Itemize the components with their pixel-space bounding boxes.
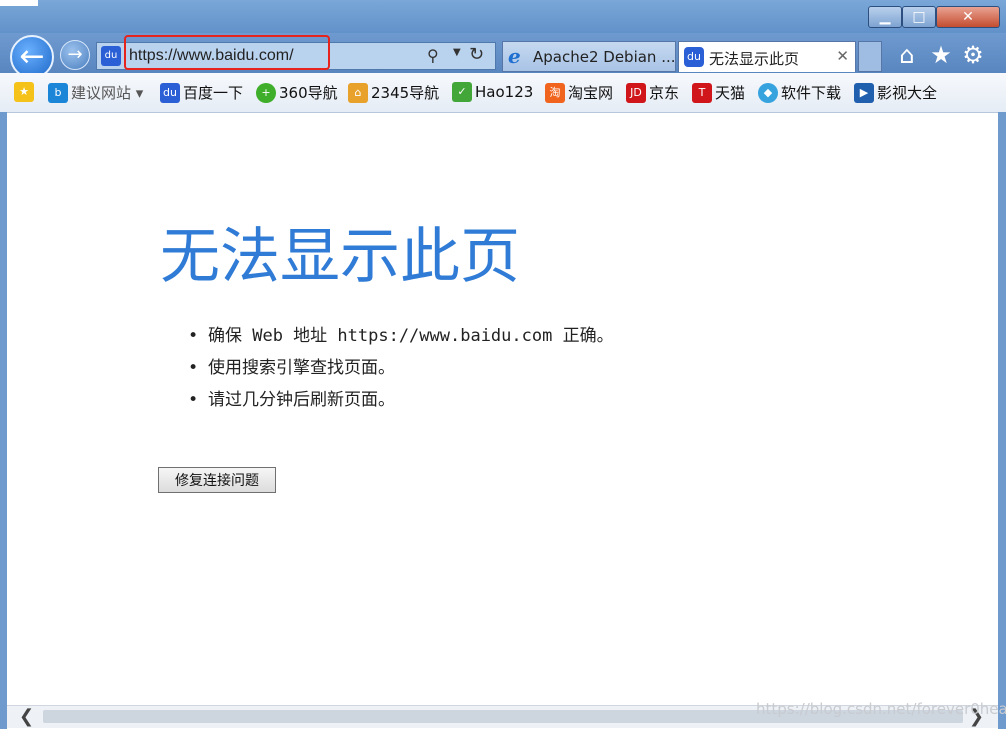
minimize-button[interactable]: ▁: [868, 6, 902, 28]
hao123-icon: ✓: [452, 82, 472, 102]
fav-360[interactable]: +360导航: [256, 82, 338, 104]
fix-connection-button[interactable]: 修复连接问题: [158, 467, 276, 493]
baidu-icon: du: [160, 82, 180, 103]
fav-label: Hao123: [475, 83, 534, 101]
tmall-icon: T: [692, 82, 712, 103]
watermark: https://blog.csdn.net/forever0heart: [756, 700, 1006, 718]
close-window-button[interactable]: ✕: [936, 6, 1000, 28]
page-title: 无法显示此页: [160, 222, 520, 292]
fav-software[interactable]: ◆ 软件下载: [758, 82, 841, 104]
add-favorite-icon[interactable]: ★: [14, 82, 37, 104]
ie-icon: e: [508, 44, 521, 68]
fav-label: 淘宝网: [568, 84, 614, 102]
fav-video[interactable]: ▶ 影视大全: [854, 82, 937, 104]
tab-apache[interactable]: e Apache2 Debian ...: [502, 41, 676, 72]
bing-icon: b: [48, 82, 68, 103]
close-icon[interactable]: ✕: [836, 47, 849, 65]
fav-jd[interactable]: JD 京东: [626, 82, 679, 104]
fav-tmall[interactable]: T 天猫: [692, 82, 745, 104]
window-corner: [0, 0, 38, 6]
list-item: • 使用搜索引擎查找页面。: [188, 358, 395, 378]
title-bar: [0, 0, 1006, 37]
list-item-text: 请过几分钟后刷新页面。: [208, 390, 395, 410]
software-icon: ◆: [758, 82, 778, 103]
star-icon[interactable]: ★: [926, 40, 956, 70]
jd-icon: JD: [626, 82, 646, 103]
baidu-icon: du: [101, 46, 121, 66]
page-content: 无法显示此页 • 确保 Web 地址 https://www.baidu.com …: [7, 113, 998, 705]
forward-button[interactable]: →: [60, 40, 90, 70]
search-icon[interactable]: ⚲: [427, 46, 439, 65]
list-item-text: 使用搜索引擎查找页面。: [208, 358, 395, 378]
favorites-bar: ★ b 建议网站 ▾ du 百度一下 +360导航 ⌂ 2345导航 ✓ Hao123 …: [0, 73, 1006, 113]
fav-label: 软件下载: [781, 84, 842, 102]
fav-2345[interactable]: ⌂ 2345导航: [348, 82, 439, 104]
chevron-down-icon[interactable]: ▼: [453, 47, 461, 58]
tab-active[interactable]: du 无法显示此页 ✕: [678, 41, 856, 72]
maximize-button[interactable]: □: [902, 6, 936, 28]
fav-suggested[interactable]: b 建议网站 ▾: [48, 82, 143, 104]
video-icon: ▶: [854, 82, 874, 103]
fav-label: 天猫: [715, 84, 746, 102]
fav-label: 百度一下: [183, 84, 244, 102]
fav-label: 2345导航: [371, 84, 440, 102]
url-highlight-box: [124, 35, 330, 70]
baidu-icon: du: [684, 47, 704, 67]
list-item: • 确保 Web 地址 https://www.baidu.com 正确。: [188, 326, 614, 346]
fav-label: 360导航: [279, 84, 338, 102]
list-item-text: 确保 Web 地址 https://www.baidu.com 正确。: [208, 326, 614, 346]
taobao-icon: 淘: [545, 82, 565, 103]
tab-label: 无法显示此页: [709, 50, 800, 68]
refresh-icon[interactable]: ↻: [469, 44, 484, 65]
new-tab-button[interactable]: [858, 41, 882, 72]
scroll-left-icon[interactable]: ❮: [19, 706, 34, 727]
right-frame: [998, 112, 1006, 729]
fav-label: 建议网站 ▾: [71, 84, 144, 102]
2345-icon: ⌂: [348, 82, 368, 103]
360-icon: +: [256, 82, 276, 103]
list-item: • 请过几分钟后刷新页面。: [188, 390, 395, 410]
fav-label: 影视大全: [877, 84, 938, 102]
tab-label: Apache2 Debian ...: [533, 48, 676, 66]
home-icon[interactable]: ⌂: [892, 40, 922, 70]
gear-icon[interactable]: ⚙: [958, 40, 988, 70]
suggestion-list: • 确保 Web 地址 https://www.baidu.com 正确。 • 使用…: [188, 321, 614, 417]
fav-hao123[interactable]: ✓ Hao123: [452, 82, 533, 104]
star-add-icon: ★: [14, 82, 34, 102]
fav-label: 京东: [649, 84, 680, 102]
browser-window: ▁ □ ✕ ← → du ⚲ ▼ ↻ e Apache2 Debian ... …: [0, 0, 1006, 729]
fav-baidu[interactable]: du 百度一下: [160, 82, 243, 104]
left-frame: [0, 112, 7, 729]
fav-taobao[interactable]: 淘淘宝网: [545, 82, 613, 104]
